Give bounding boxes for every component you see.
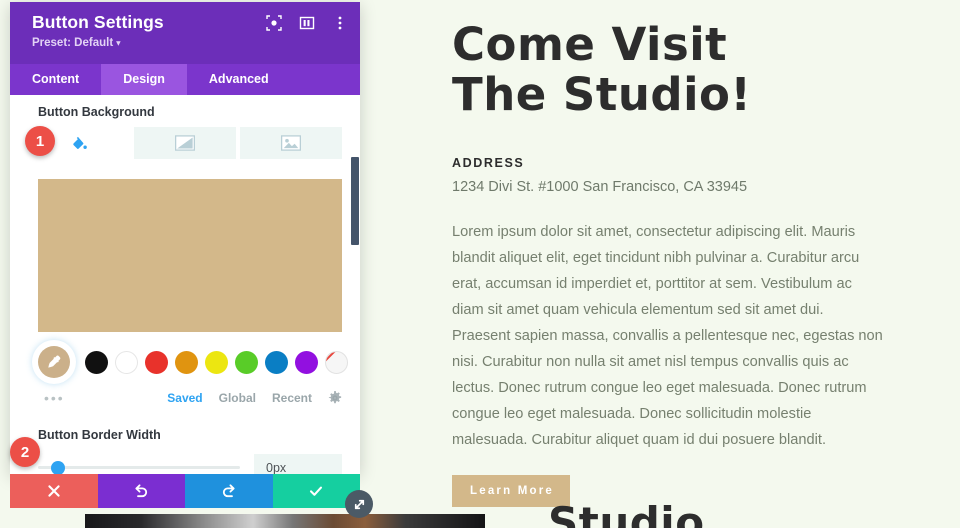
tab-design[interactable]: Design: [101, 64, 187, 95]
screen-root: Come Visit The Studio! ADDRESS 1234 Divi…: [0, 0, 960, 528]
tab-content[interactable]: Content: [10, 64, 101, 95]
border-width-value-field[interactable]: 0px: [254, 454, 342, 474]
chevron-down-icon: ▾: [116, 38, 121, 48]
palette-tab-saved[interactable]: Saved: [167, 391, 202, 405]
close-icon: [48, 485, 60, 497]
layout-columns-icon[interactable]: [299, 15, 315, 31]
swatch-none[interactable]: [325, 350, 348, 374]
swatch-purple[interactable]: [295, 350, 318, 374]
modal-tab-bar: Content Design Advanced: [10, 64, 360, 95]
resize-diagonal-icon: [354, 499, 364, 509]
undo-icon: [135, 484, 148, 498]
focus-icon[interactable]: [266, 15, 282, 31]
background-gradient-tab[interactable]: [134, 127, 236, 159]
page-title: Come Visit The Studio!: [452, 18, 752, 121]
preset-label: Preset: Default: [32, 37, 114, 49]
swatch-white[interactable]: [115, 350, 138, 374]
check-icon: [310, 486, 323, 496]
modal-action-bar: [10, 474, 360, 508]
modal-scrollbar[interactable]: [351, 157, 359, 245]
palette-tab-recent[interactable]: Recent: [272, 391, 312, 405]
tab-advanced[interactable]: Advanced: [187, 64, 291, 95]
swatch-yellow[interactable]: [205, 350, 228, 374]
paint-bucket-icon: [72, 136, 87, 149]
redo-icon: [222, 484, 235, 498]
background-image-tab[interactable]: [240, 127, 342, 159]
border-width-slider-track[interactable]: [38, 460, 240, 474]
page-content-column: Come Visit The Studio! ADDRESS 1234 Divi…: [452, 20, 892, 507]
modal-header-icons: [266, 15, 348, 31]
annotation-badge-2: 2: [10, 437, 40, 467]
background-type-tabs: [10, 127, 360, 159]
annotation-badge-1: 1: [25, 126, 55, 156]
cancel-button[interactable]: [10, 474, 98, 508]
more-colors-icon[interactable]: •••: [44, 390, 65, 406]
modal-body: Button Background ••• Saved Global Recen…: [10, 95, 360, 474]
preset-selector[interactable]: Preset: Default ▾: [32, 37, 346, 49]
more-vertical-icon[interactable]: [332, 15, 348, 31]
palette-tab-global[interactable]: Global: [219, 391, 256, 405]
gradient-icon: [175, 135, 195, 151]
address-value: 1234 Divi St. #1000 San Francisco, CA 33…: [452, 179, 748, 195]
background-color-preview[interactable]: [38, 179, 342, 332]
address-label: ADDRESS: [452, 156, 525, 170]
swatch-orange[interactable]: [175, 350, 198, 374]
redo-button[interactable]: [185, 474, 273, 508]
photo-strip: [85, 514, 485, 528]
swatch-black[interactable]: [85, 350, 108, 374]
modal-resize-handle[interactable]: [345, 490, 373, 518]
active-color-swatch[interactable]: [35, 343, 73, 381]
color-swatch-row: [10, 332, 360, 381]
swatch-green[interactable]: [235, 350, 258, 374]
border-width-slider-knob[interactable]: [51, 460, 66, 474]
next-section-title: Studio: [548, 498, 705, 528]
undo-button[interactable]: [97, 474, 185, 508]
image-icon: [281, 135, 301, 151]
modal-header: Button Settings Preset: Default ▾: [10, 2, 360, 64]
swatch-red[interactable]: [145, 350, 168, 374]
button-border-width-control: 0px: [10, 442, 360, 474]
button-border-width-label: Button Border Width: [38, 428, 161, 442]
gear-icon[interactable]: [328, 391, 342, 405]
button-background-label: Button Background: [38, 105, 155, 119]
palette-tabs: Saved Global Recent: [167, 391, 342, 405]
swatch-blue[interactable]: [265, 350, 288, 374]
palette-meta-row: ••• Saved Global Recent: [10, 381, 360, 406]
button-settings-modal: Button Settings Preset: Default ▾ Conten…: [10, 2, 360, 474]
body-paragraph: Lorem ipsum dolor sit amet, consectetur …: [452, 224, 883, 448]
eyedropper-icon: [47, 355, 60, 368]
